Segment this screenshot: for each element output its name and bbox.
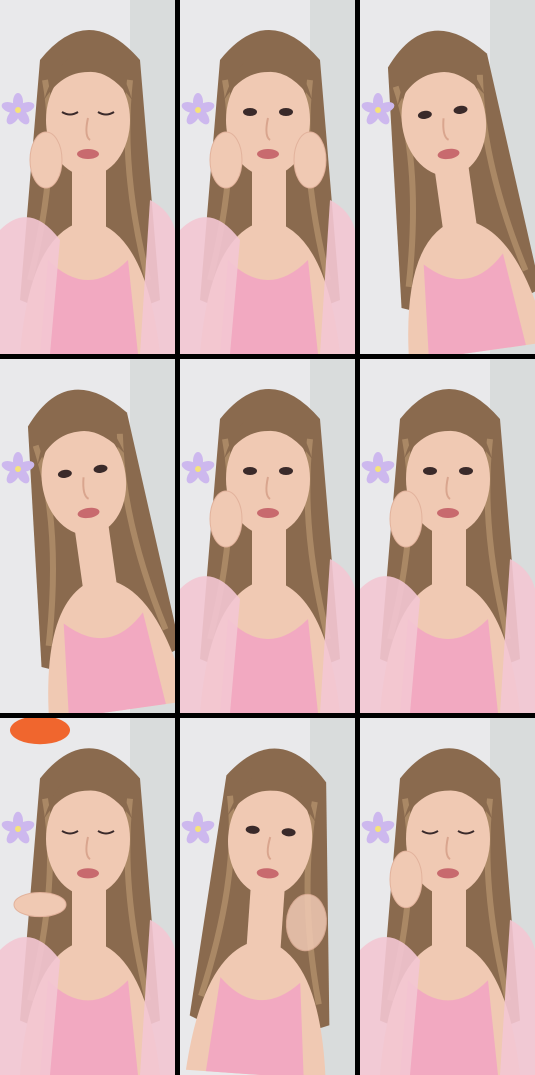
photo-tile [0,359,175,713]
eye-left [243,108,257,116]
lips [257,508,279,518]
photo-illustration [360,359,535,713]
lips [437,868,459,879]
lace-sleeve [360,936,420,1075]
photo-tile [180,359,355,713]
hand-left [389,490,423,548]
lips [257,149,279,159]
hand-left [389,850,423,909]
photo-illustration [180,0,355,354]
eye-right [459,467,473,475]
lips [437,508,459,518]
lace-sleeve [360,576,420,713]
photo-tile [360,0,535,354]
lips [77,868,99,879]
hand-left [209,490,243,548]
photo-illustration [180,359,355,713]
photo-tile [180,718,355,1075]
photo-tile [360,718,535,1075]
hand-left [29,131,63,189]
photo-illustration [360,718,535,1075]
lace-sleeve [0,936,60,1075]
photo-tile [180,0,355,354]
hand-right [293,131,327,189]
hand-left [209,131,243,189]
hand-left [13,891,67,918]
photo-grid [0,0,535,1075]
photo-illustration [0,718,175,1075]
lips [77,149,99,159]
lace-sleeve [0,217,60,354]
lace-sleeve [180,576,240,713]
eye-left [243,467,257,475]
eye-right [279,467,293,475]
photo-tile [360,359,535,713]
eye-left [423,467,437,475]
lace-sleeve [180,217,240,354]
photo-illustration [0,0,175,354]
photo-tile [0,0,175,354]
photo-tile [0,718,175,1075]
photo-illustration [360,0,535,354]
eye-right [279,108,293,116]
photo-illustration [180,718,355,1075]
photo-illustration [0,359,175,713]
